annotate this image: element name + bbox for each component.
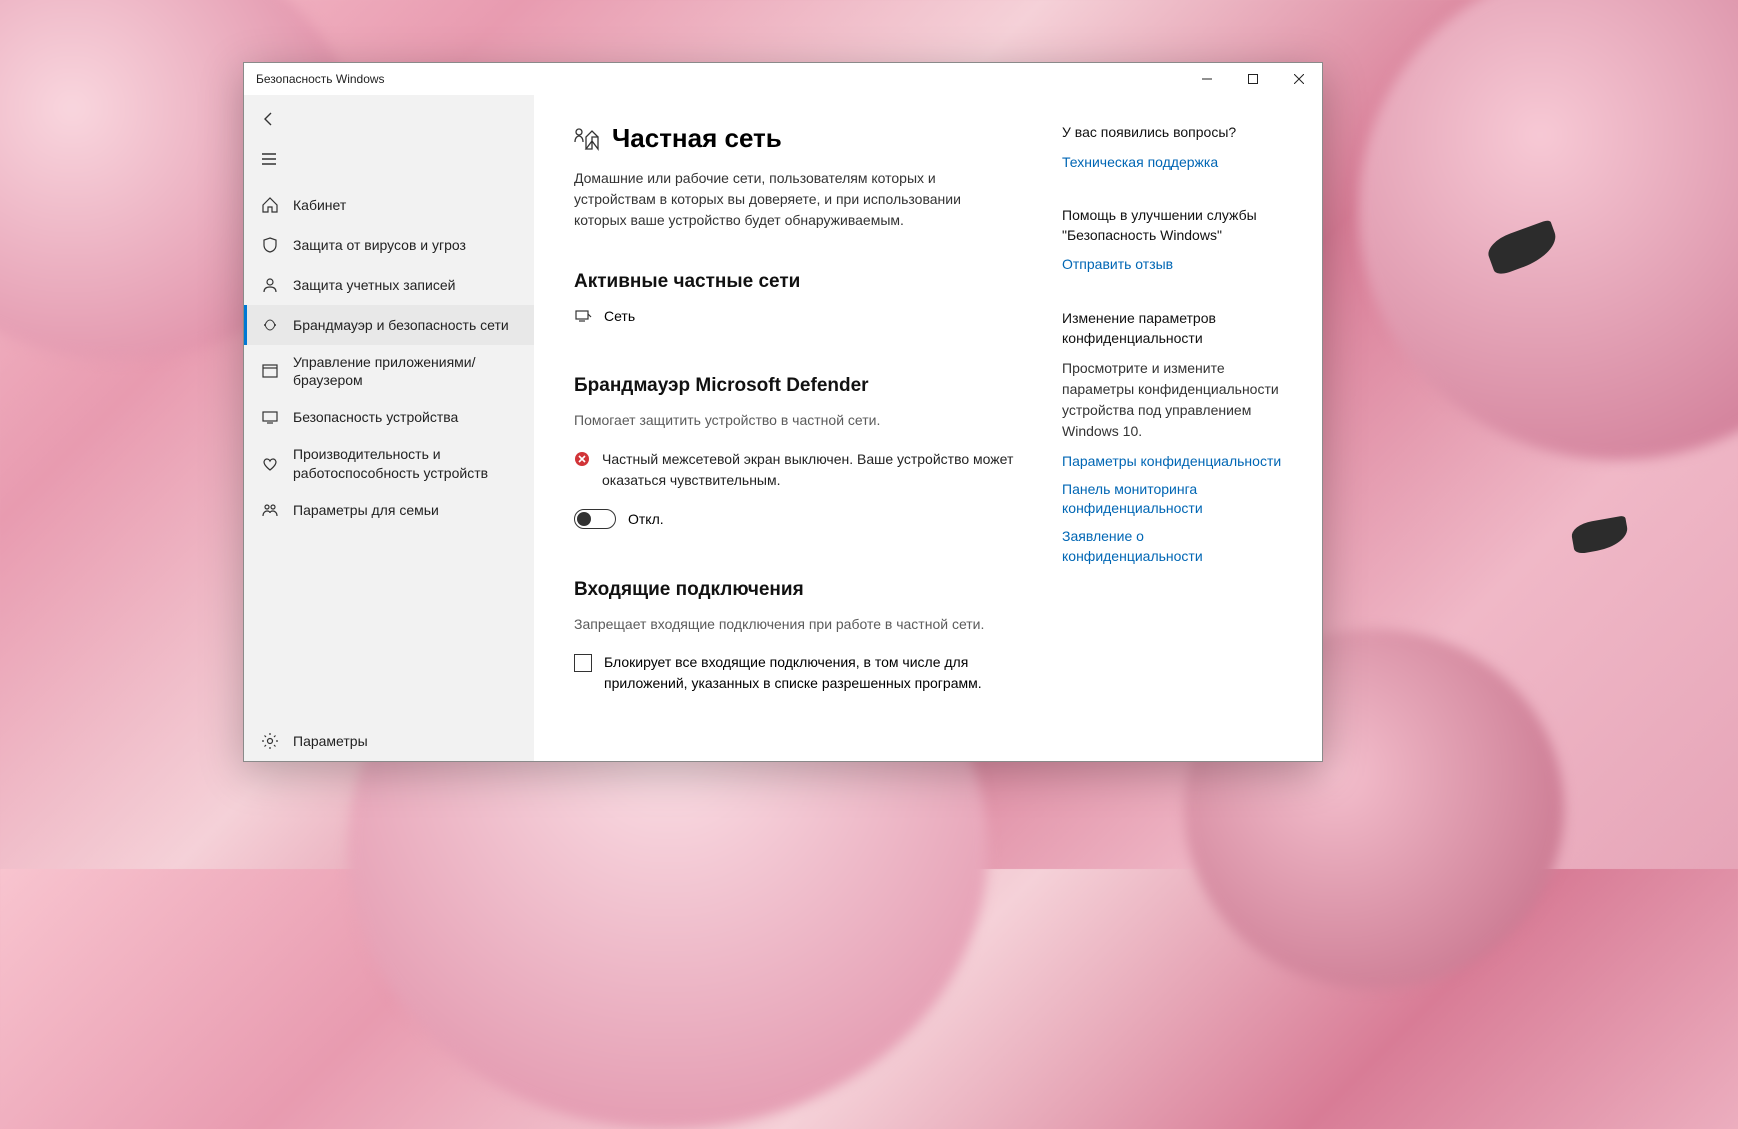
network-name: Сеть [604, 308, 635, 324]
error-icon [574, 451, 590, 467]
privacy-dashboard-link[interactable]: Панель мониторинга конфиденциальности [1062, 480, 1282, 519]
main-content: Частная сеть Домашние или рабочие сети, … [574, 123, 1022, 741]
firewall-toggle-state: Откл. [628, 511, 664, 527]
tech-support-link[interactable]: Техническая поддержка [1062, 153, 1282, 173]
sidebar-item-label: Параметры [293, 732, 368, 750]
sidebar-item-account[interactable]: Защита учетных записей [244, 265, 534, 305]
block-incoming-label: Блокирует все входящие подключения, в то… [604, 652, 1014, 694]
send-feedback-link[interactable]: Отправить отзыв [1062, 255, 1282, 275]
network-item[interactable]: Сеть [574, 307, 1022, 325]
wallpaper-decor [1570, 515, 1630, 554]
sidebar-item-label: Безопасность устройства [293, 408, 458, 426]
sidebar-item-label: Параметры для семьи [293, 501, 439, 519]
sidebar-item-device[interactable]: Безопасность устройства [244, 397, 534, 437]
windows-security-window: Безопасность Windows Каб [243, 62, 1323, 762]
window-title: Безопасность Windows [244, 72, 385, 86]
sidebar-item-performance[interactable]: Производительность и работоспособность у… [244, 437, 534, 489]
sidebar-item-label: Брандмауэр и безопасность сети [293, 316, 509, 334]
back-button[interactable] [244, 99, 534, 139]
firewall-heading: Брандмауэр Microsoft Defender [574, 375, 1022, 397]
sidebar-item-home[interactable]: Кабинет [244, 185, 534, 225]
heart-icon [261, 455, 279, 473]
sidebar-item-virus[interactable]: Защита от вирусов и угроз [244, 225, 534, 265]
firewall-toggle[interactable] [574, 509, 616, 529]
gear-icon [261, 732, 279, 750]
firewall-warning: Частный межсетевой экран выключен. Ваше … [574, 449, 1014, 491]
page-title: Частная сеть [574, 123, 1022, 154]
firewall-icon [261, 316, 279, 334]
aside-help-title: У вас появились вопросы? [1062, 123, 1282, 143]
page-title-text: Частная сеть [612, 123, 782, 154]
aside-panel: У вас появились вопросы? Техническая под… [1062, 123, 1282, 741]
sidebar: Кабинет Защита от вирусов и угроз Защита… [244, 95, 534, 761]
active-networks-heading: Активные частные сети [574, 271, 1022, 293]
sidebar-item-label: Управление приложениями/браузером [293, 353, 520, 389]
incoming-description: Запрещает входящие подключения при работ… [574, 615, 1022, 635]
home-icon [261, 196, 279, 214]
account-icon [261, 276, 279, 294]
sidebar-item-family[interactable]: Параметры для семьи [244, 490, 534, 530]
minimize-button[interactable] [1184, 63, 1230, 95]
network-icon [574, 307, 592, 325]
private-network-icon [574, 127, 600, 151]
firewall-description: Помогает защитить устройство в частной с… [574, 411, 1022, 431]
sidebar-item-label: Кабинет [293, 196, 346, 214]
block-incoming-checkbox[interactable] [574, 654, 592, 672]
aside-privacy-desc: Просмотрите и измените параметры конфиде… [1062, 358, 1282, 442]
hamburger-button[interactable] [244, 139, 534, 179]
sidebar-item-firewall[interactable]: Брандмауэр и безопасность сети [244, 305, 534, 345]
titlebar: Безопасность Windows [244, 63, 1322, 95]
privacy-settings-link[interactable]: Параметры конфиденциальности [1062, 452, 1282, 472]
close-button[interactable] [1276, 63, 1322, 95]
sidebar-item-label: Защита от вирусов и угроз [293, 236, 466, 254]
page-intro: Домашние или рабочие сети, пользователям… [574, 168, 1014, 231]
app-icon [261, 362, 279, 380]
sidebar-item-label: Производительность и работоспособность у… [293, 445, 520, 481]
sidebar-item-settings[interactable]: Параметры [244, 721, 534, 761]
family-icon [261, 501, 279, 519]
aside-improve-title: Помощь в улучшении службы "Безопасность … [1062, 206, 1282, 245]
firewall-warning-text: Частный межсетевой экран выключен. Ваше … [602, 449, 1014, 491]
device-icon [261, 408, 279, 426]
sidebar-item-appbrowser[interactable]: Управление приложениями/браузером [244, 345, 534, 397]
sidebar-item-label: Защита учетных записей [293, 276, 455, 294]
incoming-heading: Входящие подключения [574, 579, 1022, 601]
aside-privacy-title: Изменение параметров конфиденциальности [1062, 309, 1282, 348]
shield-icon [261, 236, 279, 254]
privacy-statement-link[interactable]: Заявление о конфиденциальности [1062, 527, 1282, 566]
maximize-button[interactable] [1230, 63, 1276, 95]
